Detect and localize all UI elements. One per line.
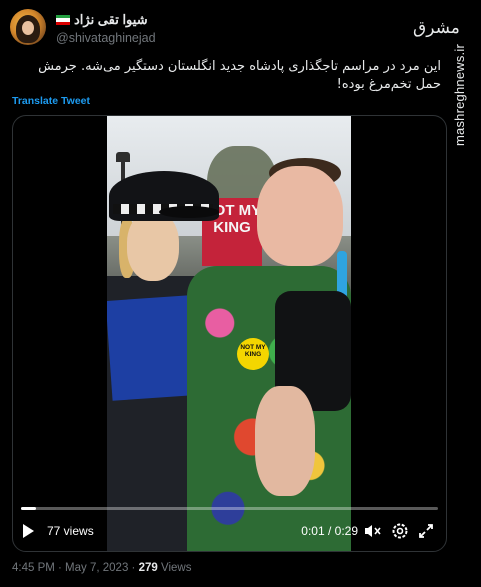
views-count: 279 [138,562,158,574]
footer-separator: · [131,562,136,574]
avatar[interactable] [10,9,46,45]
video-views: 77 views [47,524,94,538]
man-face [257,166,343,266]
fullscreen-icon[interactable] [416,521,436,541]
officer-face [127,211,179,281]
video-time: 0:01 / 0:29 [301,524,358,538]
video-progress-bar[interactable] [21,507,438,510]
watermark-url: mashreghnews.ir [452,44,467,146]
badge-text: NOT MY KING [240,344,266,358]
settings-gear-icon[interactable] [390,521,410,541]
play-icon[interactable] [23,524,34,538]
author-names: شیوا تقی نژاد @shivataghinejad [56,12,156,45]
views-word: Views [160,562,192,574]
iran-flag-icon [56,15,70,25]
mute-icon[interactable] [362,521,382,541]
watermark-logo: مشرق [413,18,460,38]
tweet-timestamp[interactable]: 4:45 PM · May 7, 2023 [12,562,128,574]
hand [255,386,315,496]
tweet-header: شیوا تقی نژاد @shivataghinejad [10,9,441,49]
video-player[interactable]: NOT MY KING NOT MY KING 77 views 0:01 / … [12,115,447,552]
video-controls: 77 views 0:01 / 0:29 [13,514,446,550]
watermark: مشرق mashreghnews.ir [413,14,473,146]
tweet-text: این مرد در مراسم تاجگذاری پادشاه جدید ان… [38,59,441,92]
not-my-king-badge: NOT MY KING [237,338,269,370]
display-name-row[interactable]: شیوا تقی نژاد [56,12,156,28]
tweet-footer: 4:45 PM · May 7, 2023 · 279 Views [12,562,191,574]
translate-tweet-link[interactable]: Translate Tweet [12,95,90,107]
video-progress-fill [21,507,36,510]
clipboard [107,295,197,401]
video-frame[interactable]: NOT MY KING NOT MY KING [107,116,351,551]
author-handle[interactable]: @shivataghinejad [56,31,156,45]
display-name[interactable]: شیوا تقی نژاد [74,12,148,28]
